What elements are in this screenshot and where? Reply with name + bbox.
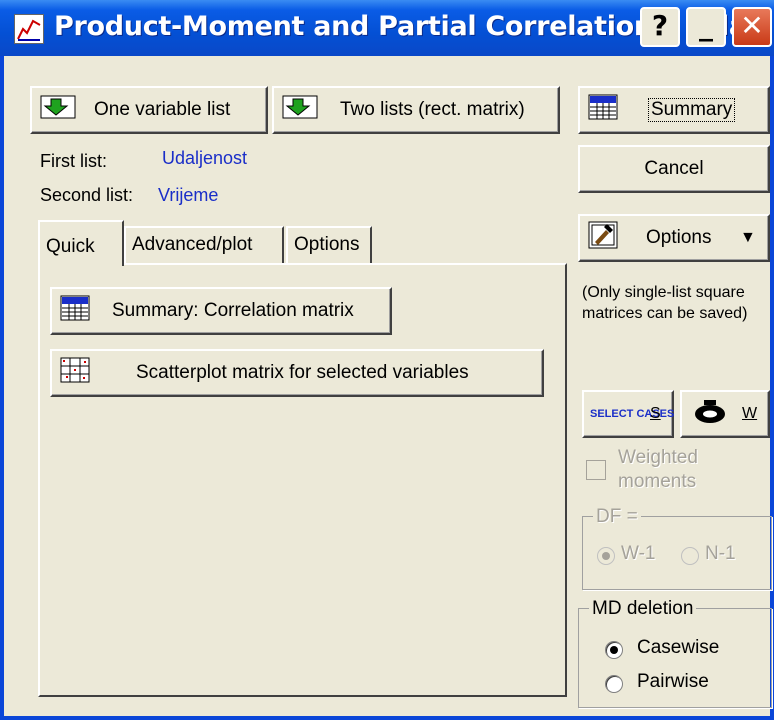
title-bar[interactable]: Product-Moment and Partial Correlations:… bbox=[0, 0, 774, 56]
summary-correlation-label: Summary: Correlation matrix bbox=[112, 300, 354, 321]
two-lists-label: Two lists (rect. matrix) bbox=[340, 99, 525, 120]
dialog-window: Product-Moment and Partial Correlations:… bbox=[0, 0, 774, 720]
weighted-moments-checkbox[interactable] bbox=[586, 460, 606, 480]
df-group: DF = W-1 N-1 bbox=[582, 506, 772, 590]
cancel-button[interactable]: Cancel bbox=[578, 145, 770, 193]
df-n1-radio[interactable] bbox=[681, 547, 699, 565]
tab-advanced-plot[interactable]: Advanced/plot bbox=[124, 226, 284, 264]
options-dropdown-button[interactable]: Options ▼ bbox=[578, 214, 770, 262]
md-pairwise-label: Pairwise bbox=[637, 671, 709, 692]
select-cases-icon: SELECT CASES bbox=[590, 408, 675, 420]
scatterplot-matrix-icon bbox=[60, 357, 90, 389]
df-n1-label: N-1 bbox=[705, 543, 736, 564]
summary-correlation-matrix-button[interactable]: Summary: Correlation matrix bbox=[50, 287, 392, 335]
md-casewise-label: Casewise bbox=[637, 637, 720, 658]
one-variable-list-button[interactable]: One variable list bbox=[30, 86, 268, 134]
variables-icon bbox=[40, 95, 76, 125]
weight-icon bbox=[694, 399, 726, 429]
tab-options-label: Options bbox=[294, 234, 360, 255]
weight-key: W bbox=[742, 405, 758, 422]
weighted-moments-label: Weighted moments bbox=[618, 447, 698, 492]
summary-table-icon bbox=[60, 295, 90, 327]
two-lists-button[interactable]: Two lists (rect. matrix) bbox=[272, 86, 560, 134]
df-legend: DF = bbox=[593, 506, 641, 528]
select-cases-button[interactable]: SELECT CASES S bbox=[582, 390, 674, 438]
select-cases-key: S bbox=[650, 405, 661, 422]
tab-quick-label: Quick bbox=[46, 236, 95, 257]
summary-table-icon bbox=[588, 94, 618, 126]
close-button[interactable]: ✕ bbox=[732, 7, 772, 47]
second-list-label: Second list: bbox=[40, 185, 134, 205]
second-list-value: Vrijeme bbox=[158, 185, 219, 205]
first-list-value: Udaljenost bbox=[162, 148, 248, 168]
scatterplot-label: Scatterplot matrix for selected variable… bbox=[136, 362, 469, 383]
chevron-down-icon: ▼ bbox=[740, 229, 756, 246]
minimize-button[interactable]: _ bbox=[686, 7, 726, 47]
cancel-label: Cancel bbox=[644, 158, 704, 179]
tab-options[interactable]: Options bbox=[286, 226, 372, 264]
help-button[interactable]: ? bbox=[640, 7, 680, 47]
summary-label: Summary bbox=[648, 98, 736, 122]
weight-button[interactable]: W bbox=[680, 390, 770, 438]
quick-tab-panel: Summary: Correlation matrix Scatterplot … bbox=[38, 263, 567, 697]
options-tools-icon bbox=[588, 221, 618, 255]
options-label: Options bbox=[646, 227, 712, 248]
scatterplot-matrix-button[interactable]: Scatterplot matrix for selected variable… bbox=[50, 349, 544, 397]
df-w1-radio[interactable] bbox=[597, 547, 615, 565]
summary-button[interactable]: Summary bbox=[578, 86, 770, 134]
md-pairwise-radio[interactable] bbox=[605, 675, 623, 693]
save-note: (Only single-list square matrices can be… bbox=[582, 284, 748, 322]
tab-advanced-label: Advanced/plot bbox=[132, 234, 253, 255]
one-variable-list-label: One variable list bbox=[94, 99, 231, 120]
md-casewise-radio[interactable] bbox=[605, 641, 623, 659]
variables-icon bbox=[282, 95, 318, 125]
app-chart-icon bbox=[14, 14, 44, 44]
md-deletion-group: MD deletion Casewise Pairwise bbox=[578, 598, 772, 708]
first-list-label: First list: bbox=[40, 151, 107, 171]
md-deletion-legend: MD deletion bbox=[589, 598, 697, 620]
tab-quick[interactable]: Quick bbox=[38, 220, 124, 266]
df-w1-label: W-1 bbox=[621, 543, 656, 564]
